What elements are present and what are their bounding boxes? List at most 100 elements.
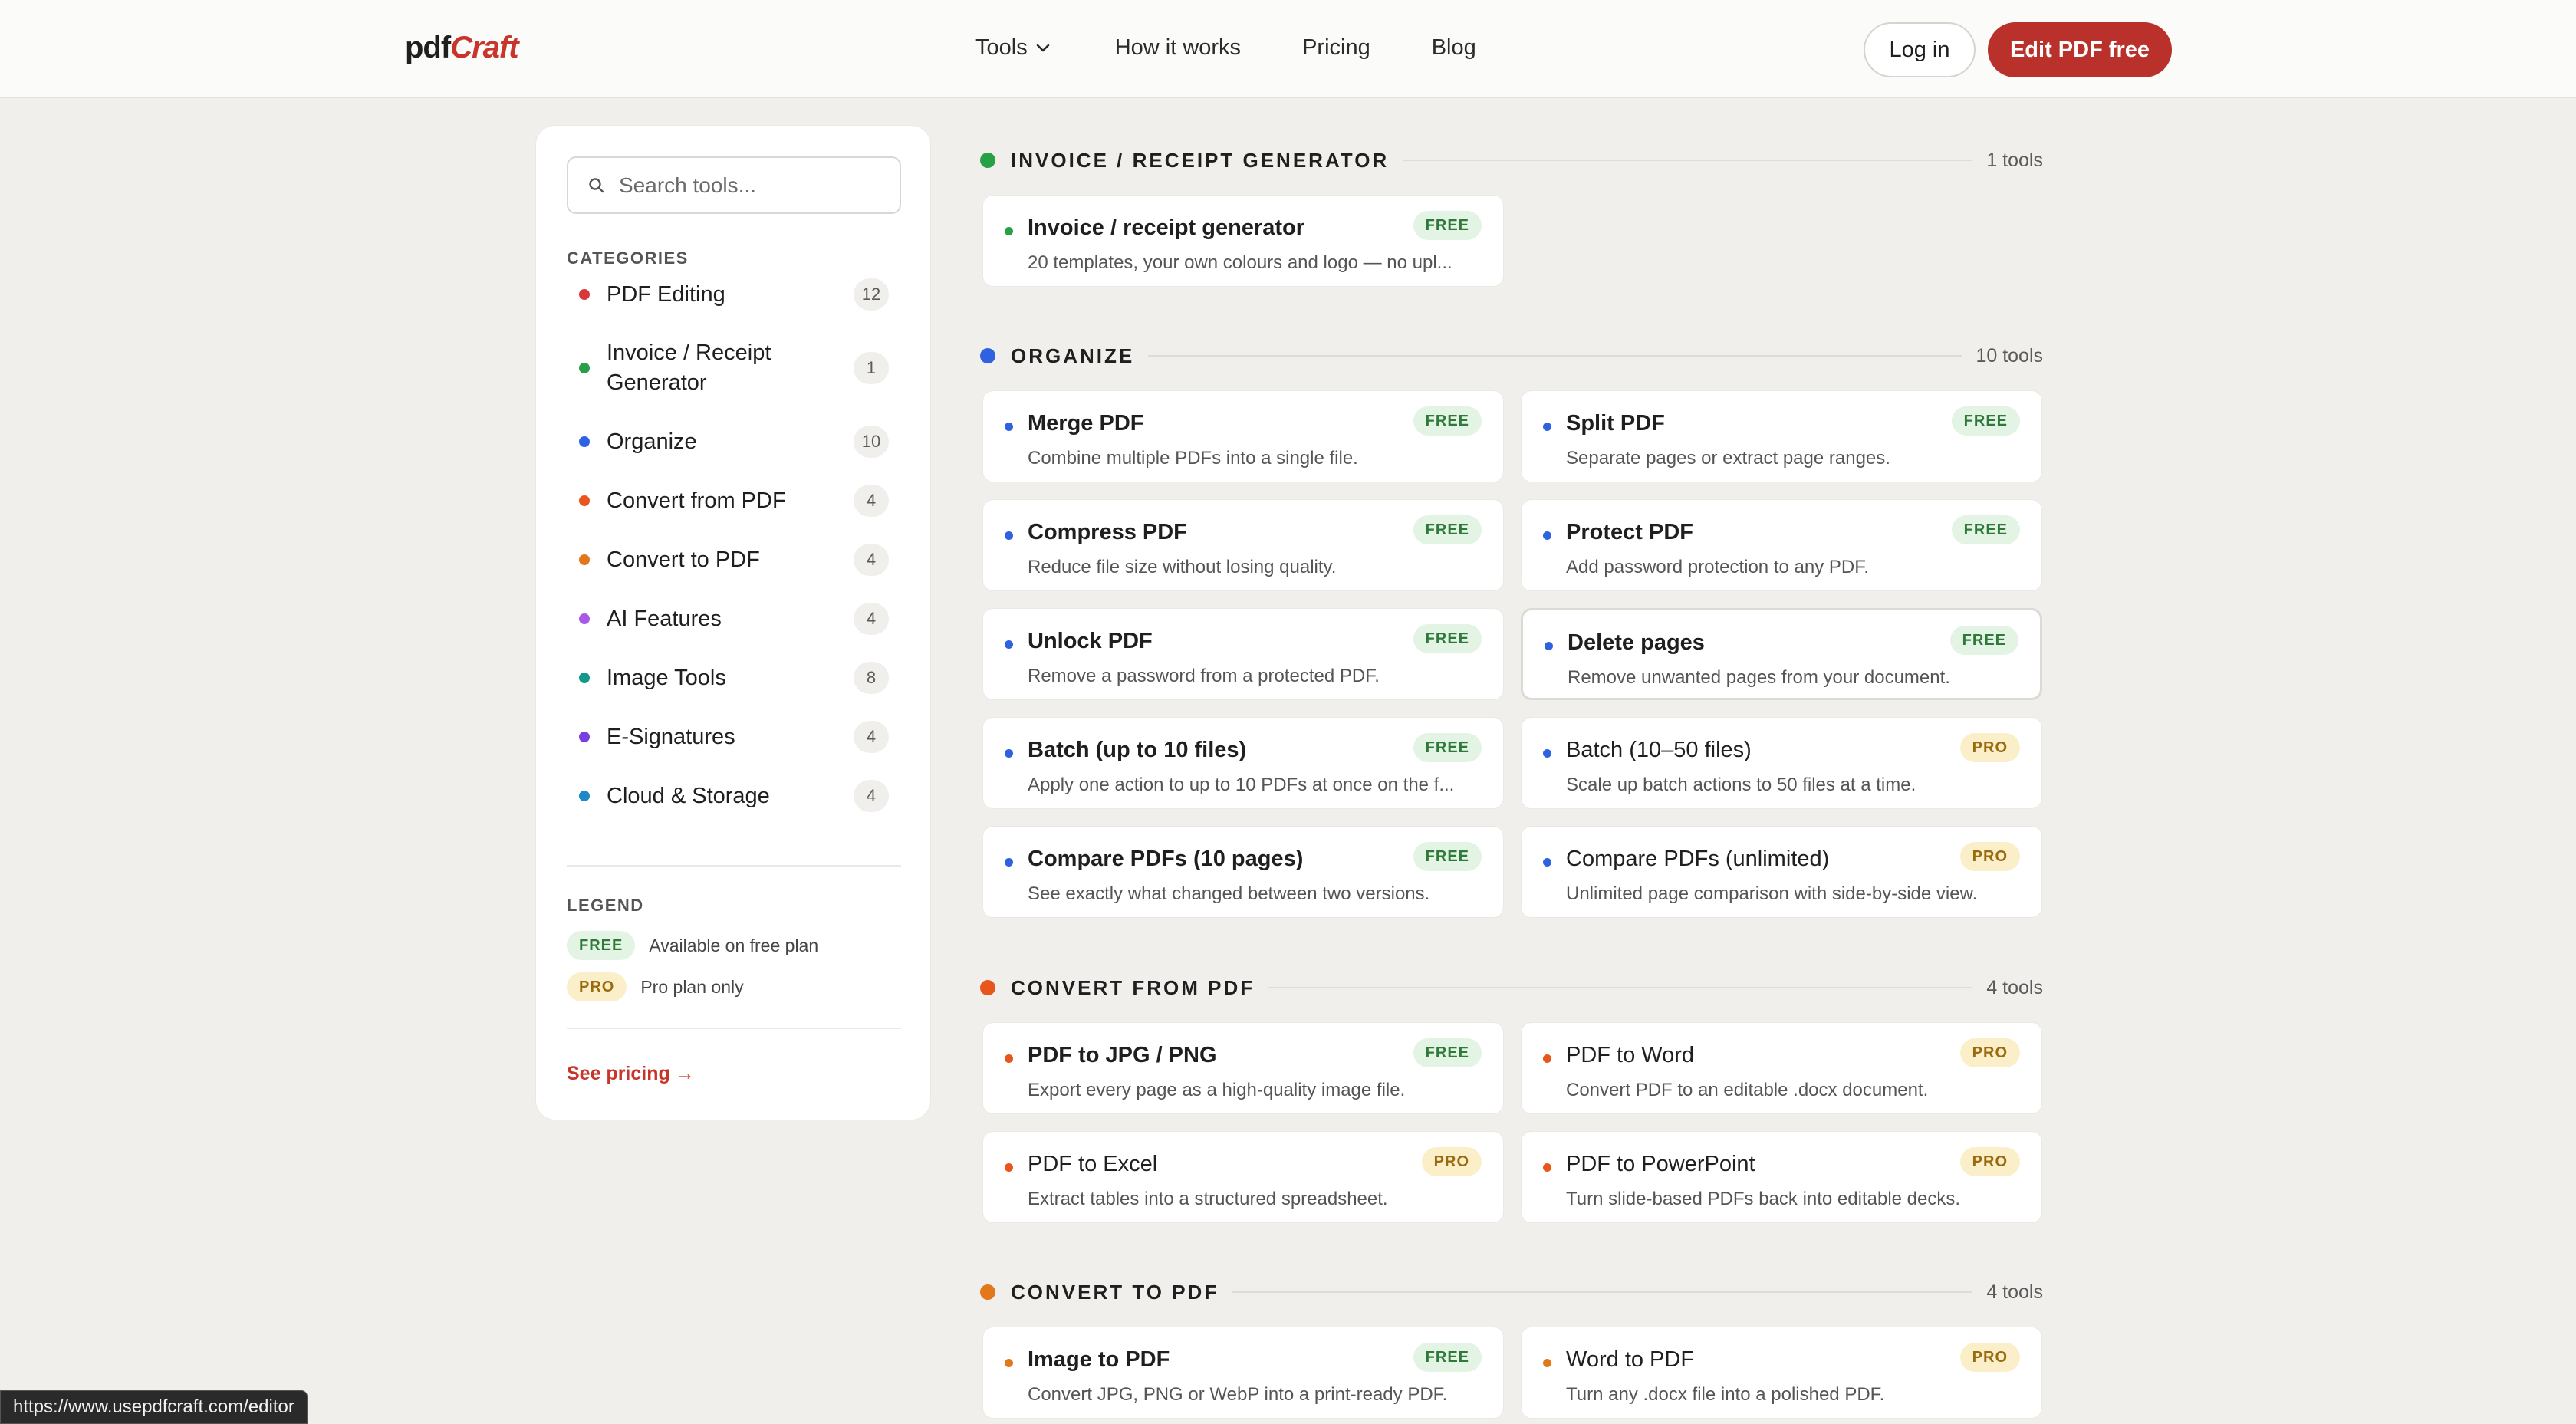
pro-badge: PRO (1959, 1343, 2020, 1372)
category-color-dot (579, 436, 590, 447)
tool-card[interactable]: Protect PDF Add password protection to an… (1521, 499, 2042, 591)
tool-color-dot (1543, 423, 1551, 431)
category-item[interactable]: Image Tools 8 (567, 662, 889, 694)
category-item[interactable]: PDF Editing 12 (567, 278, 889, 311)
section-header: INVOICE / RECEIPT GENERATOR 1 tools (980, 145, 2043, 176)
tool-card[interactable]: Word to PDF Turn any .docx file into a po… (1521, 1327, 2042, 1419)
tool-title: Compare PDFs (unlimited) (1566, 847, 1830, 871)
edit-pdf-free-button[interactable]: Edit PDF free (1988, 22, 2172, 77)
category-item[interactable]: AI Features 4 (567, 603, 889, 635)
search-box[interactable] (567, 156, 901, 214)
pro-badge: PRO (1959, 1147, 2020, 1176)
section-divider (1403, 160, 1973, 161)
tool-card[interactable]: Batch (up to 10 files) Apply one action t… (982, 717, 1504, 809)
section-tool-count: 4 tools (1986, 1281, 2043, 1303)
tool-title: Unlock PDF (1028, 629, 1153, 653)
nav-tools[interactable]: Tools (975, 35, 1054, 61)
tool-color-dot (1543, 531, 1551, 540)
category-color-dot (579, 289, 590, 300)
category-item[interactable]: Convert to PDF 4 (567, 544, 889, 576)
free-badge: FREE (1413, 1343, 1482, 1372)
tool-card[interactable]: PDF to Word Convert PDF to an editable .d… (1521, 1022, 2042, 1114)
section-tool-count: 4 tools (1986, 976, 2043, 998)
tool-title: Protect PDF (1566, 520, 1693, 544)
pro-badge: PRO (1959, 1038, 2020, 1067)
tool-card[interactable]: Merge PDF Combine multiple PDFs into a si… (982, 390, 1504, 482)
tool-description: Convert PDF to an editable .docx documen… (1566, 1080, 1929, 1100)
tool-description: Extract tables into a structured spreads… (1028, 1189, 1388, 1209)
tool-color-dot (1005, 423, 1013, 431)
pro-badge: PRO (1959, 733, 2020, 762)
tool-card[interactable]: Split PDF Separate pages or extract page … (1521, 390, 2042, 482)
category-color-dot (579, 613, 590, 624)
tool-title: Batch (10–50 files) (1566, 738, 1752, 762)
nav-how-it-works[interactable]: How it works (1115, 35, 1241, 61)
tool-card[interactable]: Batch (10–50 files) Scale up batch action… (1521, 717, 2042, 809)
free-badge: FREE (567, 931, 636, 960)
tool-description: Apply one action to up to 10 PDFs at onc… (1028, 774, 1455, 795)
category-color-dot (579, 495, 590, 506)
tool-color-dot (1545, 642, 1553, 650)
section-title: INVOICE / RECEIPT GENERATOR (1011, 148, 1390, 172)
category-label: Invoice / Receipt Generator (607, 340, 771, 395)
section-color-dot (980, 1284, 995, 1300)
tool-card[interactable]: Image to PDF Convert JPG, PNG or WebP int… (982, 1327, 1504, 1419)
tool-color-dot (1005, 1359, 1013, 1367)
free-badge: FREE (1413, 211, 1482, 240)
free-badge: FREE (1413, 733, 1482, 762)
category-count-badge: 4 (854, 603, 889, 635)
tool-card[interactable]: Unlock PDF Remove a password from a prote… (982, 608, 1504, 700)
search-icon (589, 177, 604, 192)
section-color-dot (980, 153, 995, 168)
tool-title: Compare PDFs (10 pages) (1028, 847, 1304, 871)
tool-card[interactable]: PDF to Excel Extract tables into a struct… (982, 1131, 1504, 1223)
tool-card[interactable]: PDF to PowerPoint Turn slide-based PDFs b… (1521, 1131, 2042, 1223)
see-pricing-link[interactable]: See pricing → (567, 1063, 695, 1085)
category-label: Cloud & Storage (607, 783, 770, 808)
category-item[interactable]: Cloud & Storage 4 (567, 780, 889, 812)
category-color-dot (579, 791, 590, 801)
category-item[interactable]: Invoice / Receipt Generator 1 (567, 338, 889, 398)
tool-card[interactable]: Invoice / receipt generator 20 templates,… (982, 195, 1504, 287)
category-label: Convert from PDF (607, 488, 786, 513)
logo[interactable]: pdfCraft (405, 31, 519, 65)
tool-color-dot (1005, 749, 1013, 758)
nav-blog[interactable]: Blog (1432, 35, 1476, 61)
tool-title: Merge PDF (1028, 411, 1144, 436)
pro-badge: PRO (567, 972, 627, 1001)
category-label: PDF Editing (607, 281, 725, 307)
top-navbar: pdfCraft Tools How it works Pricing Blog… (0, 0, 2576, 98)
section-divider (1232, 1291, 1973, 1293)
sidebar: CATEGORIES PDF Editing 12 Invoice / Receip… (535, 125, 931, 1120)
tool-color-dot (1543, 1359, 1551, 1367)
tool-description: Turn slide-based PDFs back into editable… (1566, 1189, 1961, 1209)
tool-color-dot (1543, 1054, 1551, 1063)
search-input[interactable] (619, 173, 895, 198)
tool-title: PDF to PowerPoint (1566, 1152, 1755, 1176)
nav-pricing[interactable]: Pricing (1302, 35, 1370, 61)
tool-card[interactable]: Compress PDF Reduce file size without los… (982, 499, 1504, 591)
tool-card[interactable]: Compare PDFs (unlimited) Unlimited page c… (1521, 826, 2042, 918)
tool-title: Word to PDF (1566, 1347, 1695, 1372)
category-item[interactable]: Convert from PDF 4 (567, 485, 889, 517)
category-item[interactable]: E-Signatures 4 (567, 721, 889, 753)
tool-description: Remove unwanted pages from your document… (1568, 667, 1950, 688)
legend-free: FREE Available on free plan (567, 931, 818, 960)
section-title: CONVERT TO PDF (1011, 1280, 1219, 1304)
tool-card[interactable]: Compare PDFs (10 pages) See exactly what … (982, 826, 1504, 918)
tool-card[interactable]: PDF to JPG / PNG Export every page as a h… (982, 1022, 1504, 1114)
free-badge: FREE (1413, 624, 1482, 653)
free-badge: FREE (1951, 406, 2020, 436)
section-color-dot (980, 980, 995, 995)
categories-heading: CATEGORIES (567, 248, 689, 268)
login-button[interactable]: Log in (1864, 22, 1976, 77)
tool-color-dot (1005, 858, 1013, 867)
tool-card[interactable]: Delete pages Remove unwanted pages from y… (1521, 608, 2042, 700)
category-count-badge: 12 (854, 278, 889, 311)
section-color-dot (980, 348, 995, 363)
category-item[interactable]: Organize 10 (567, 426, 889, 458)
tool-color-dot (1543, 749, 1551, 758)
category-count-badge: 4 (854, 544, 889, 576)
divider (567, 1028, 901, 1029)
tool-title: PDF to Excel (1028, 1152, 1158, 1176)
